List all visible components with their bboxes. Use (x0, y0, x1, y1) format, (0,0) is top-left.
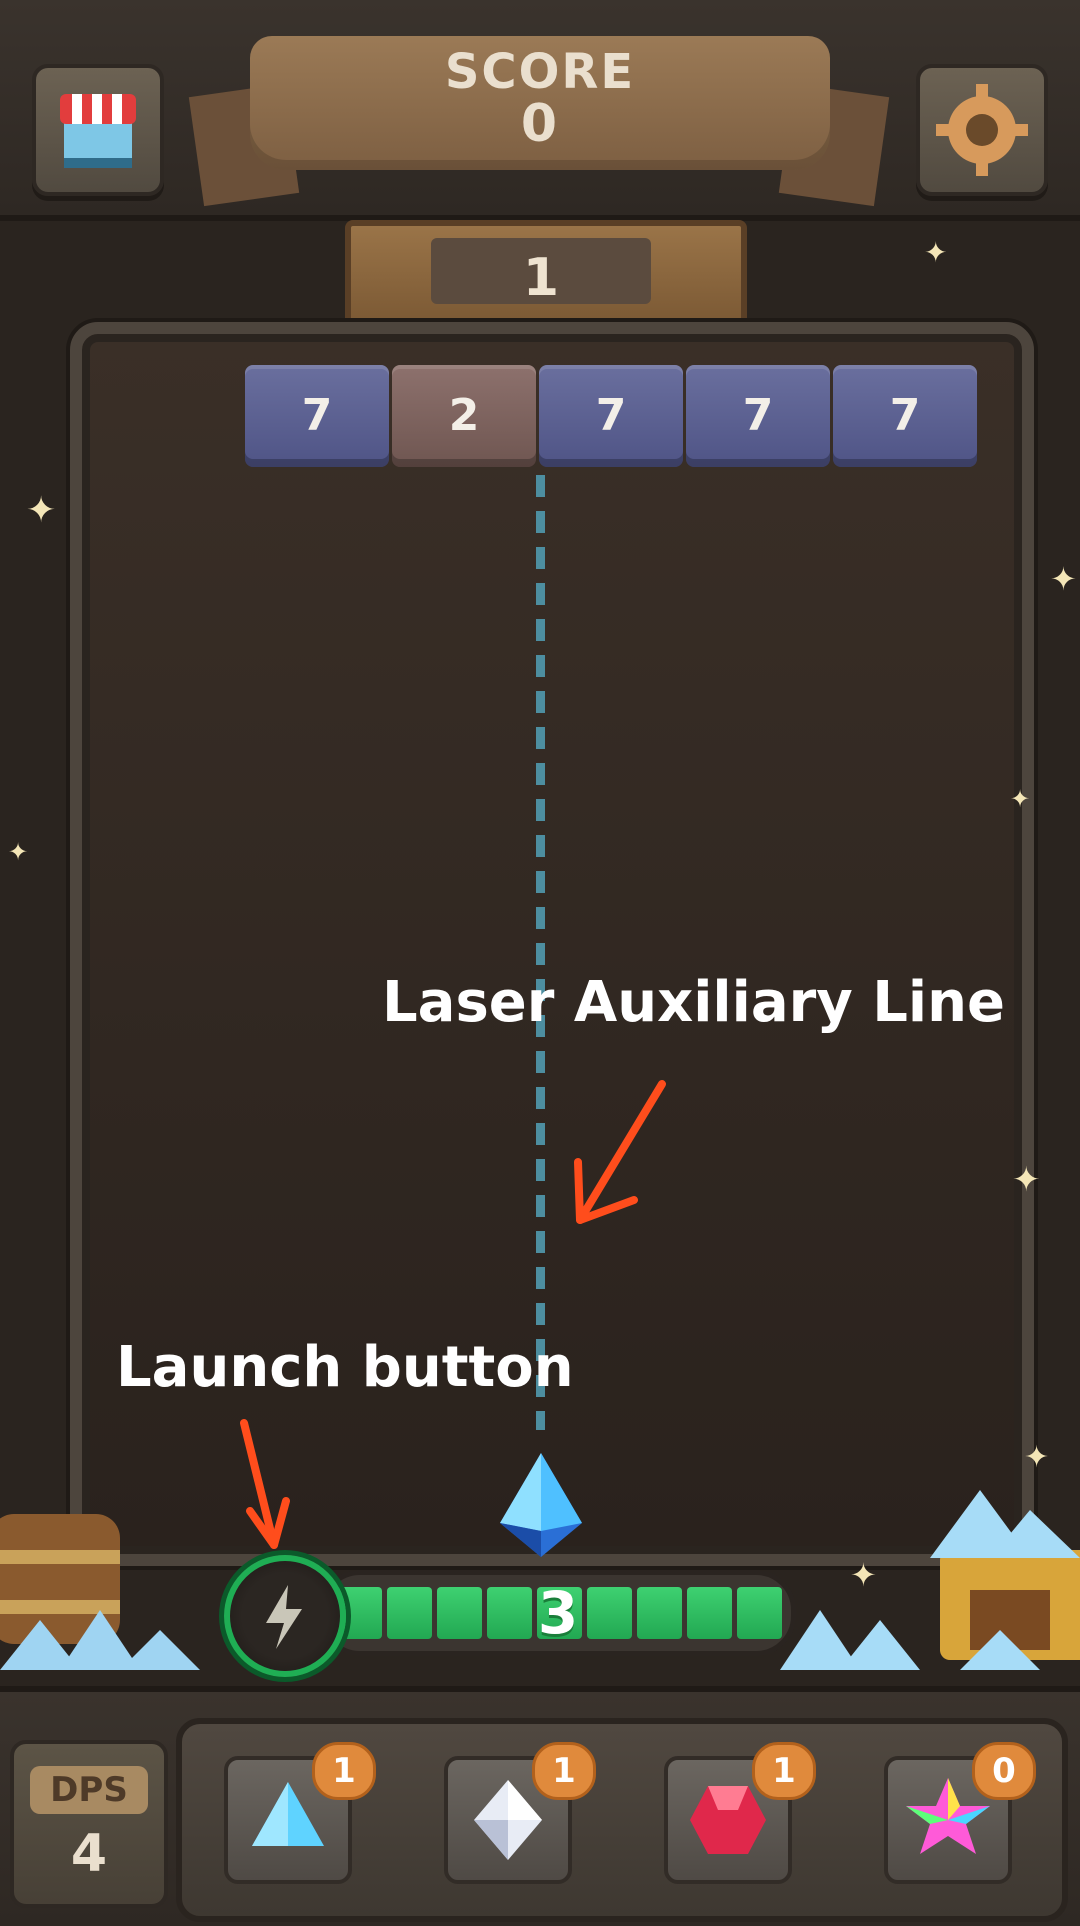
ammo-progress-bar: 3 (320, 1570, 796, 1656)
shop-icon (60, 94, 136, 168)
bottom-bar: DPS 4 1 1 1 0 (0, 1686, 1080, 1926)
score-banner: SCORE 0 (250, 36, 830, 170)
sparkle-icon: ✦ (924, 236, 948, 269)
brick-2: 2 (392, 365, 536, 467)
settings-button[interactable] (916, 64, 1048, 196)
annotation-arrow-launch (240, 1419, 290, 1549)
sparkle-icon: ✦ (850, 1556, 877, 1594)
treasure-chest-icon (780, 1490, 1080, 1670)
sparkle-icon: ✦ (1024, 1440, 1050, 1475)
brick-3: 7 (539, 365, 683, 467)
level-plaque: 1 (345, 220, 747, 330)
laser-auxiliary-line (536, 475, 545, 1430)
ammo-segment (737, 1587, 782, 1639)
sparkle-icon: ✦ (1012, 1160, 1041, 1200)
gem-count-badge: 1 (312, 1742, 376, 1800)
sparkle-icon: ✦ (26, 490, 57, 531)
annotation-laser: Laser Auxiliary Line (382, 970, 1005, 1035)
ammo-segment (437, 1587, 482, 1639)
treasure-barrel-icon (0, 1514, 200, 1670)
gem-tray: 1 1 1 0 (176, 1718, 1068, 1922)
launch-button[interactable] (224, 1555, 346, 1677)
level-number: 1 (522, 248, 560, 308)
sparkle-icon: ✦ (1050, 560, 1077, 598)
score-value: 0 (520, 94, 560, 154)
gem-count-badge: 1 (532, 1742, 596, 1800)
sparkle-icon: ✦ (8, 838, 29, 866)
annotation-arrow-laser (574, 1080, 666, 1224)
brick-4: 7 (686, 365, 830, 467)
ammo-segment (387, 1587, 432, 1639)
sparkle-icon: ✦ (1010, 785, 1031, 813)
gem-shooter-icon[interactable] (498, 1453, 584, 1557)
level-inner: 1 (431, 238, 651, 308)
score-label: SCORE (444, 44, 636, 100)
top-bar: SCORE 0 (0, 0, 1080, 221)
gem-count-badge: 0 (972, 1742, 1036, 1800)
brick-1: 7 (245, 365, 389, 467)
lightning-icon (266, 1585, 302, 1649)
dps-label: DPS (30, 1766, 148, 1814)
dps-panel: DPS 4 (10, 1740, 168, 1908)
gem-count-badge: 1 (752, 1742, 816, 1800)
ammo-segment (637, 1587, 682, 1639)
brick-5: 7 (833, 365, 977, 467)
ammo-segment (687, 1587, 732, 1639)
shop-button[interactable] (32, 64, 164, 196)
ammo-count: 3 (537, 1579, 579, 1647)
gear-icon (936, 84, 1028, 176)
dps-value: 4 (70, 1824, 108, 1884)
annotation-launch: Launch button (116, 1335, 574, 1400)
